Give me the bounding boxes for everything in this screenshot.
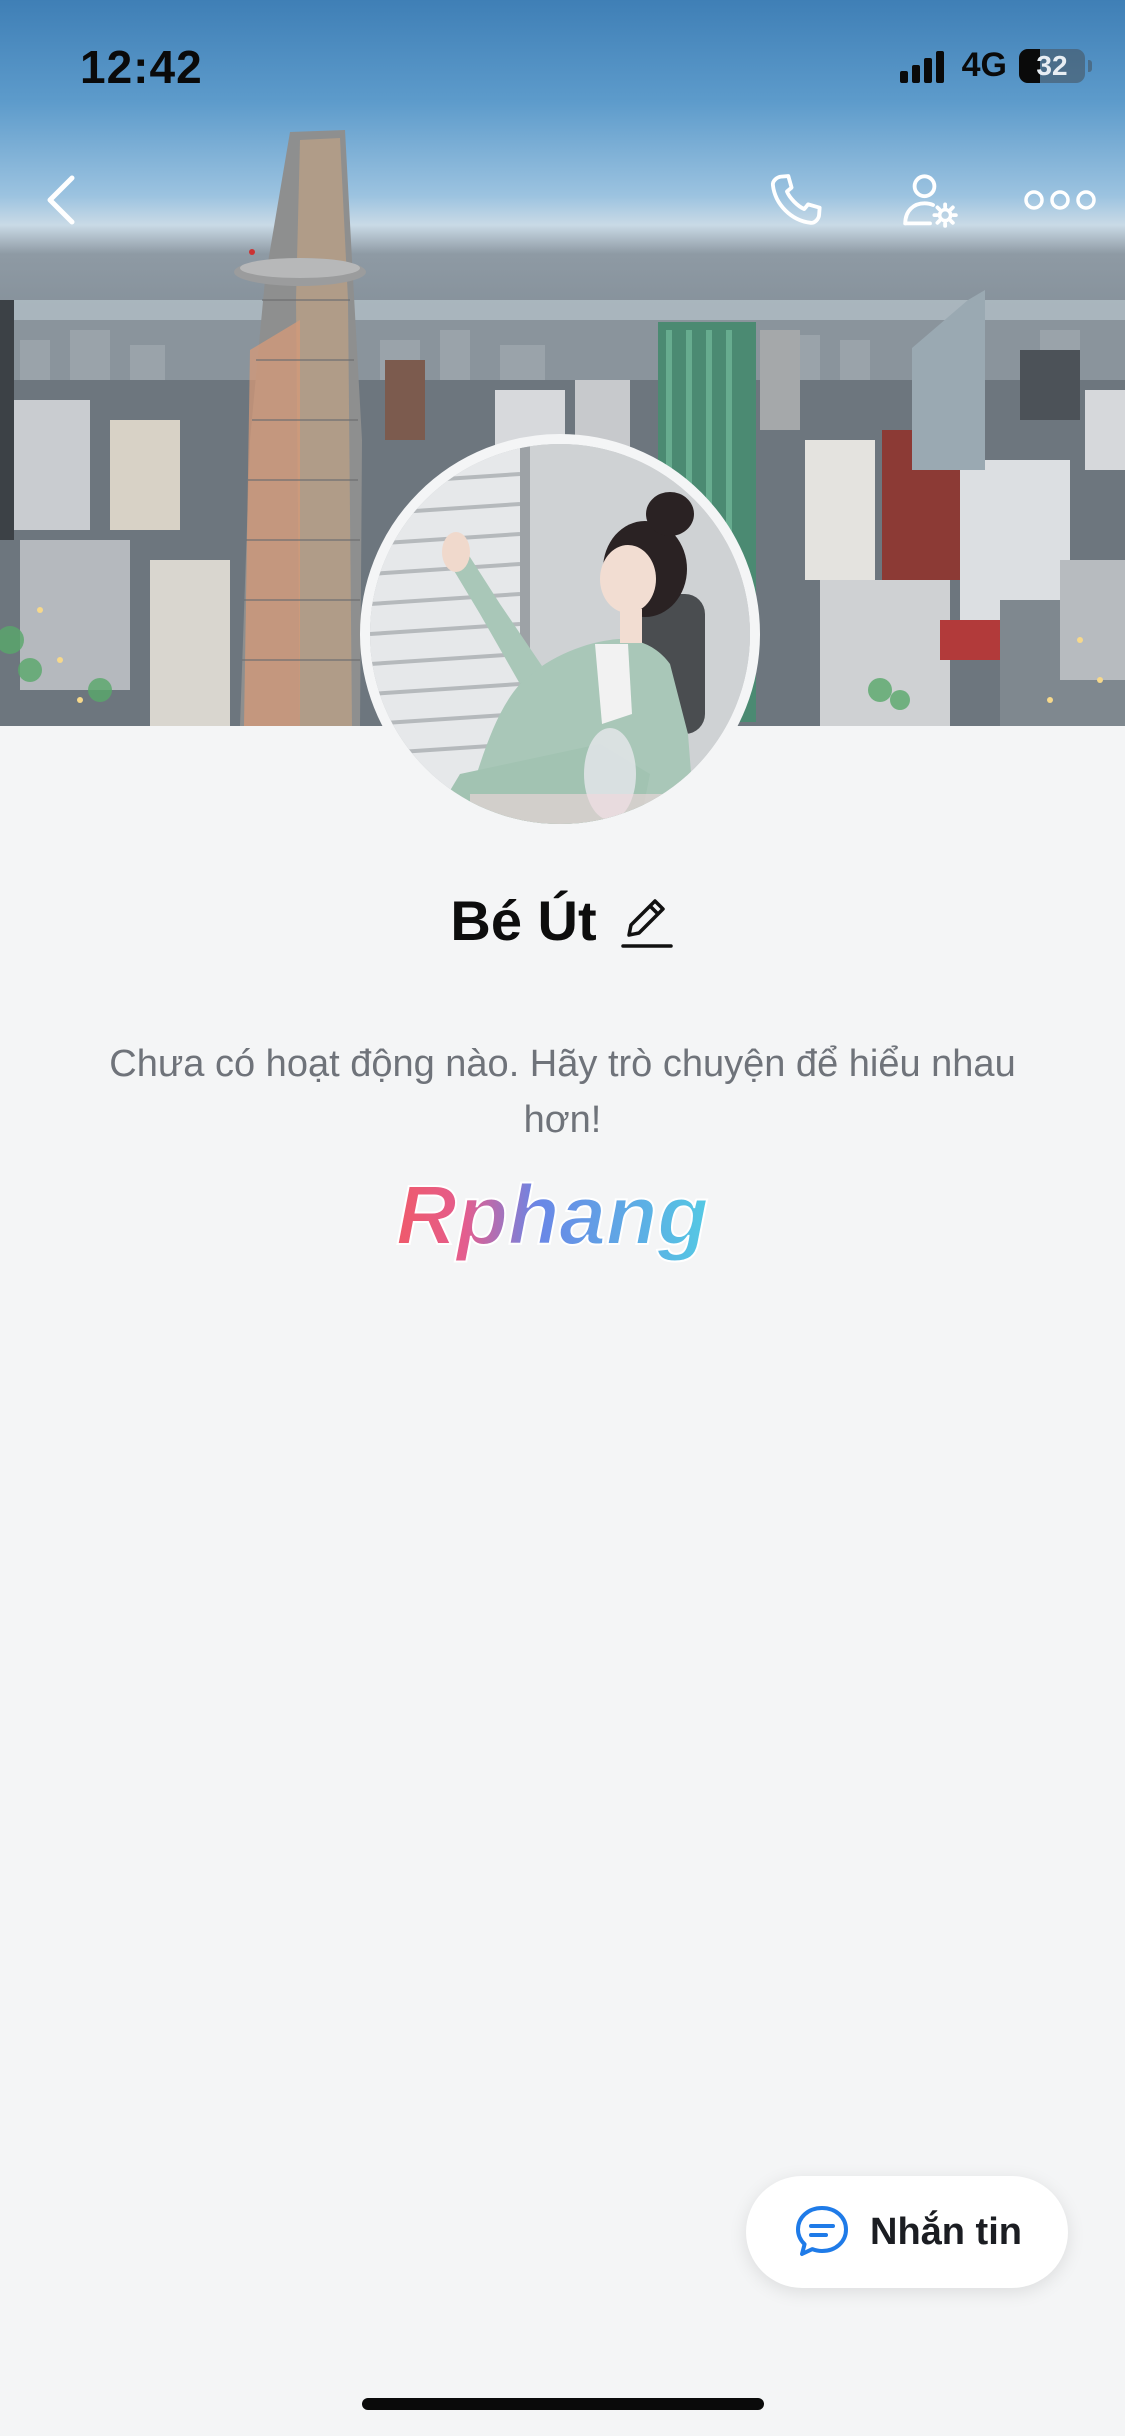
battery-nub xyxy=(1088,59,1092,72)
send-message-button[interactable]: Nhắn tin xyxy=(746,2176,1068,2288)
network-type: 4G xyxy=(961,46,1007,84)
chevron-left-icon xyxy=(47,175,75,225)
more-dots-icon xyxy=(1024,190,1096,210)
user-settings-icon xyxy=(903,174,958,228)
cellular-signal-icon xyxy=(899,49,948,83)
watermark-logo: Rphang xyxy=(395,1170,710,1263)
chat-bubble-icon xyxy=(796,2206,848,2256)
more-button[interactable] xyxy=(1020,160,1100,240)
profile-name-row: Bé Út xyxy=(0,888,1125,953)
battery-icon: 32 xyxy=(1019,48,1092,83)
watermark-text: Rphang xyxy=(396,1170,709,1262)
profile-avatar[interactable] xyxy=(360,434,760,834)
status-indicators: 4G 32 xyxy=(899,46,1092,85)
back-button[interactable] xyxy=(22,160,102,240)
avatar-photo xyxy=(370,444,750,824)
status-time: 12:42 xyxy=(80,41,203,93)
phone-icon xyxy=(770,174,822,225)
home-indicator[interactable] xyxy=(362,2398,764,2410)
profile-settings-button[interactable] xyxy=(890,160,970,240)
edit-pencil-icon[interactable] xyxy=(619,891,675,951)
profile-name: Bé Út xyxy=(450,889,597,952)
battery-percentage: 32 xyxy=(1036,49,1068,81)
send-message-label: Nhắn tin xyxy=(870,2210,1022,2253)
empty-activity-message: Chưa có hoạt động nào. Hãy trò chuyện để… xyxy=(109,1043,1016,1141)
call-button[interactable] xyxy=(756,160,836,240)
